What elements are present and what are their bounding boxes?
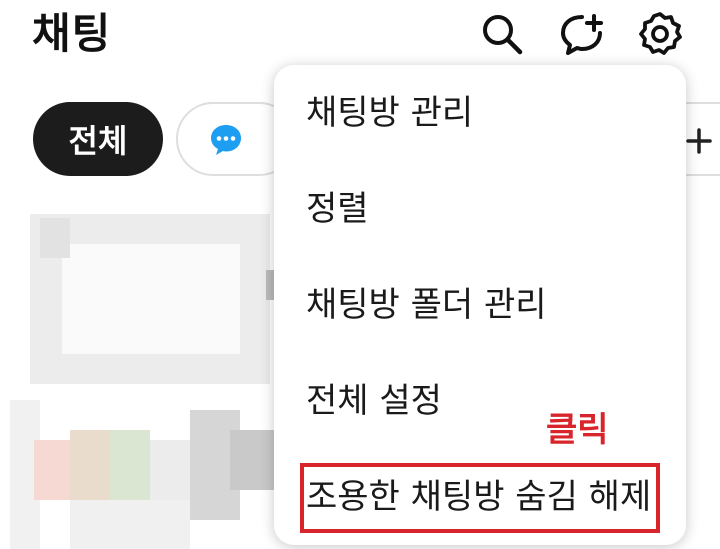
new-chat-icon [561, 14, 603, 55]
chat-screen: 채팅 전체 채팅방 관리 정렬 채팅방 폴더 관리 전체 설정 조용한 채팅방 … [0, 0, 720, 549]
settings-button[interactable] [636, 10, 684, 58]
blurred-block [230, 430, 274, 490]
blurred-block [70, 430, 110, 500]
chat-bubble-icon [211, 125, 241, 155]
annotation-click-label: 클릭 [546, 410, 609, 450]
gear-icon [639, 12, 682, 55]
blurred-block [34, 440, 70, 500]
search-icon [483, 15, 523, 55]
annotation-highlight-box [300, 463, 660, 533]
menu-item-sort[interactable]: 정렬 [306, 185, 369, 233]
blurred-block [40, 218, 70, 258]
blurred-block [70, 500, 190, 549]
search-button[interactable] [478, 10, 526, 58]
blurred-block [266, 270, 274, 300]
filter-chip-all[interactable]: 전체 [33, 102, 163, 176]
blurred-block [110, 430, 150, 510]
plus-icon [686, 128, 712, 154]
new-chat-button[interactable] [558, 10, 606, 58]
blurred-block [62, 244, 240, 354]
menu-item-all-settings[interactable]: 전체 설정 [306, 377, 442, 425]
page-title: 채팅 [32, 9, 112, 58]
menu-item-manage-chatrooms[interactable]: 채팅방 관리 [306, 89, 473, 137]
menu-item-manage-folders[interactable]: 채팅방 폴더 관리 [306, 281, 547, 329]
